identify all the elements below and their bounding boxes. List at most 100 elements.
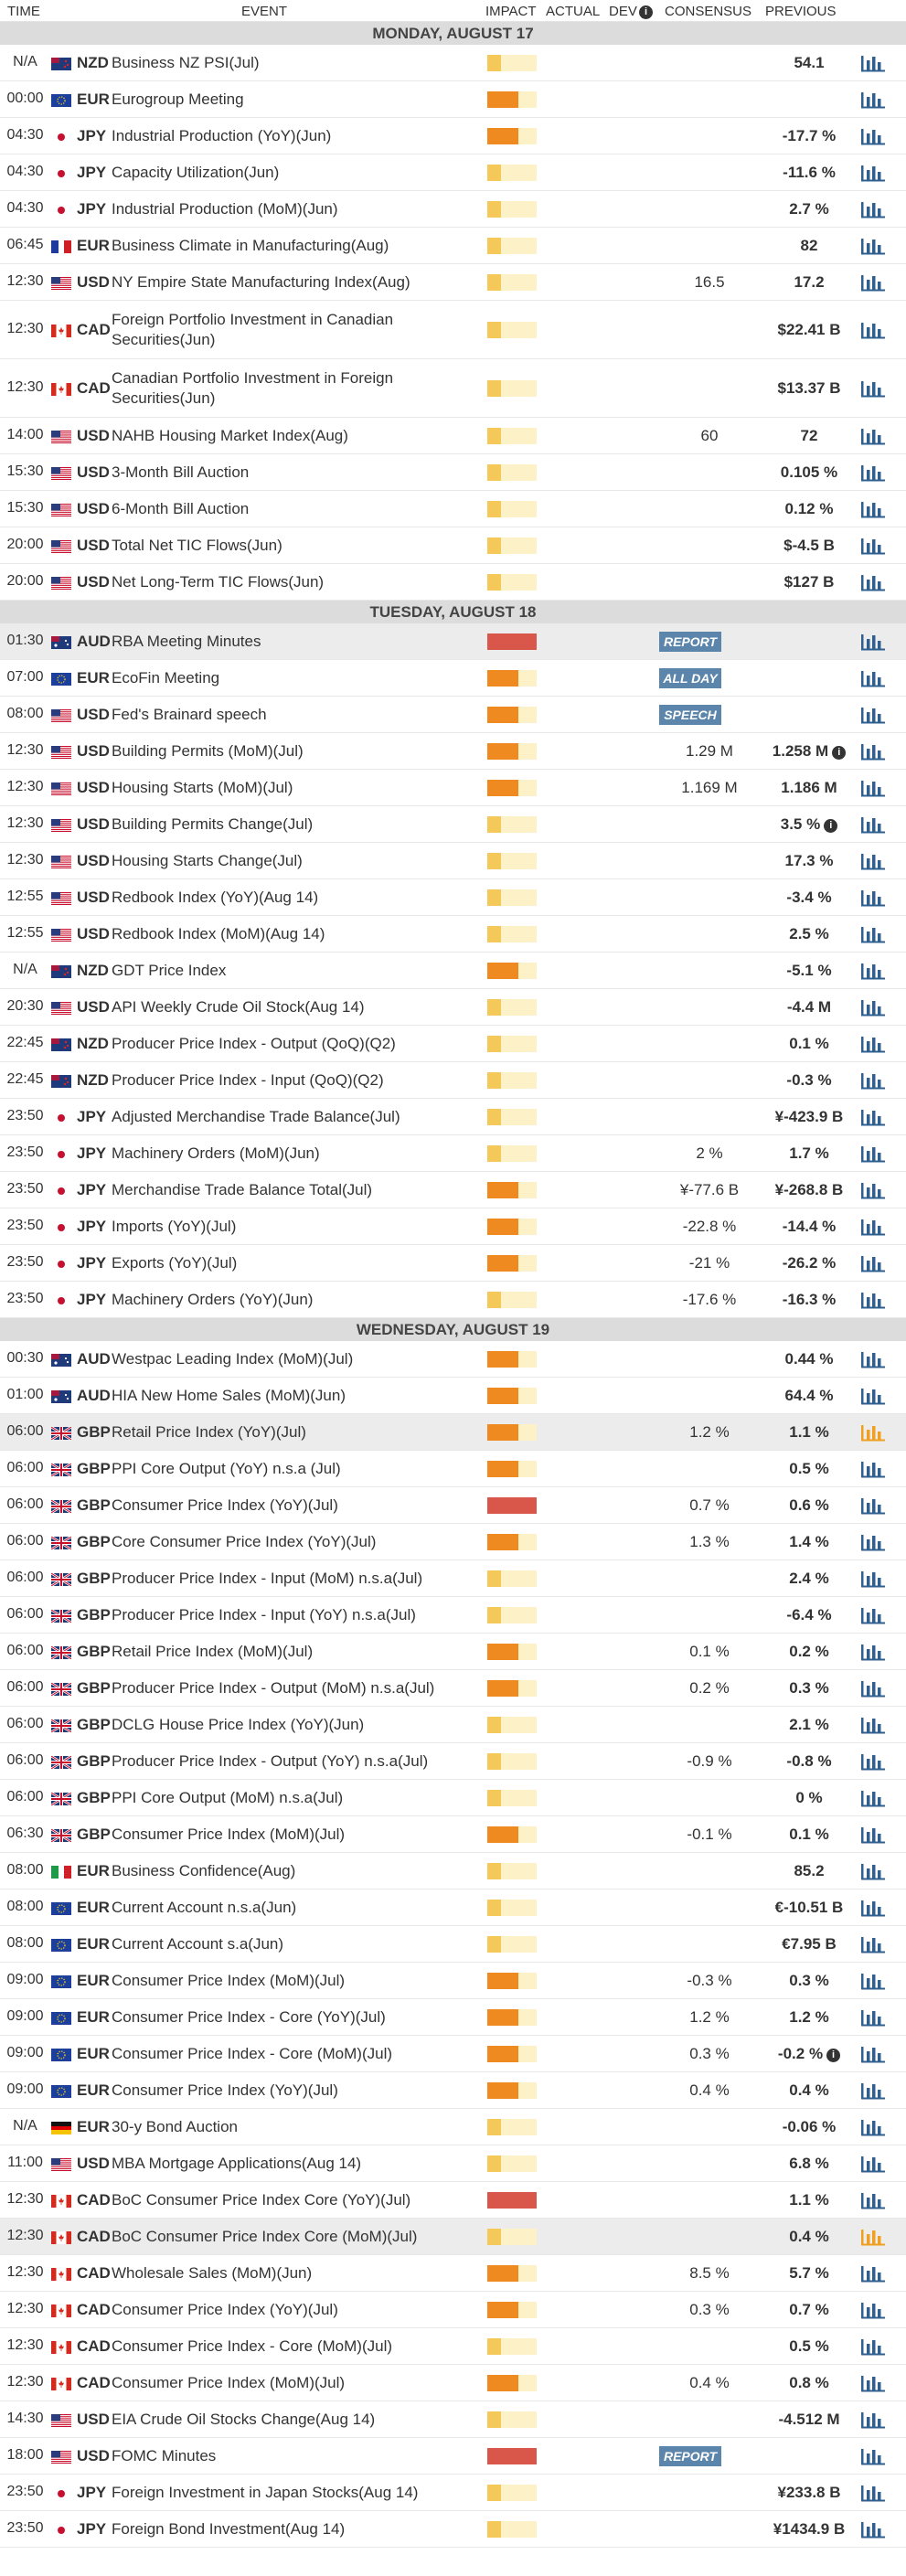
chart-icon[interactable] xyxy=(859,1180,887,1200)
chart-icon[interactable] xyxy=(859,1642,887,1662)
event-row[interactable]: 12:30 CAD BoC Consumer Price Index Core (M… xyxy=(0,2219,906,2255)
event-name[interactable]: Building Permits Change(Jul) xyxy=(112,814,477,835)
chart-icon[interactable] xyxy=(859,2227,887,2247)
event-row[interactable]: 09:00 EUR Consumer Price Index (MoM)(Jul) -… xyxy=(0,1963,906,1999)
event-name[interactable]: NY Empire State Manufacturing Index(Aug) xyxy=(112,272,477,293)
event-name[interactable]: Consumer Price Index (YoY)(Jul) xyxy=(112,1496,477,1516)
event-name[interactable]: Consumer Price Index - Core (MoM)(Jul) xyxy=(112,2044,477,2064)
chart-icon[interactable] xyxy=(859,53,887,73)
event-name[interactable]: NAHB Housing Market Index(Aug) xyxy=(112,426,477,446)
chart-icon[interactable] xyxy=(859,2081,887,2101)
chart-icon[interactable] xyxy=(859,378,887,399)
event-name[interactable]: Housing Starts (MoM)(Jul) xyxy=(112,778,477,798)
chart-icon[interactable] xyxy=(859,1253,887,1273)
event-row[interactable]: 06:00 GBP Retail Price Index (MoM)(Jul) 0.1… xyxy=(0,1634,906,1670)
event-name[interactable]: Exports (YoY)(Jul) xyxy=(112,1253,477,1273)
event-row[interactable]: 06:00 GBP PPI Core Output (YoY) n.s.a (Jul… xyxy=(0,1451,906,1487)
event-row[interactable]: 08:00 EUR Current Account s.a(Jun) €7.95 B xyxy=(0,1926,906,1963)
chart-icon[interactable] xyxy=(859,2373,887,2393)
event-row[interactable]: 12:30 USD Building Permits (MoM)(Jul) 1.29 … xyxy=(0,733,906,770)
chart-icon[interactable] xyxy=(859,888,887,908)
event-name[interactable]: Industrial Production (YoY)(Jun) xyxy=(112,126,477,146)
event-name[interactable]: PPI Core Output (YoY) n.s.a (Jul) xyxy=(112,1459,477,1479)
event-row[interactable]: 06:00 GBP Producer Price Index - Input (Mo… xyxy=(0,1560,906,1597)
event-name[interactable]: Producer Price Index - Output (QoQ)(Q2) xyxy=(112,1034,477,1054)
event-name[interactable]: Total Net TIC Flows(Jun) xyxy=(112,536,477,556)
info-icon[interactable]: i xyxy=(826,2049,841,2062)
chart-icon[interactable] xyxy=(859,2410,887,2430)
chart-icon[interactable] xyxy=(859,536,887,556)
event-name[interactable]: API Weekly Crude Oil Stock(Aug 14) xyxy=(112,997,477,1017)
chart-icon[interactable] xyxy=(859,463,887,483)
chart-icon[interactable] xyxy=(859,1349,887,1369)
event-row[interactable]: 14:30 USD EIA Crude Oil Stocks Change(Aug … xyxy=(0,2401,906,2438)
event-row[interactable]: 06:00 GBP Producer Price Index - Output (M… xyxy=(0,1670,906,1707)
chart-icon[interactable] xyxy=(859,1825,887,1845)
event-row[interactable]: 12:30 CAD Consumer Price Index (YoY)(Jul) 0… xyxy=(0,2292,906,2328)
event-name[interactable]: Producer Price Index - Output (MoM) n.s.… xyxy=(112,1678,477,1698)
event-name[interactable]: Adjusted Merchandise Trade Balance(Jul) xyxy=(112,1107,477,1127)
event-name[interactable]: Wholesale Sales (MoM)(Jun) xyxy=(112,2263,477,2283)
event-row[interactable]: 08:00 EUR Current Account n.s.a(Jun) €-10.5… xyxy=(0,1889,906,1926)
chart-icon[interactable] xyxy=(859,2336,887,2357)
event-row[interactable]: 15:30 USD 3-Month Bill Auction 0.105 % xyxy=(0,454,906,491)
event-name[interactable]: Redbook Index (MoM)(Aug 14) xyxy=(112,924,477,944)
event-name[interactable]: Business Confidence(Aug) xyxy=(112,1861,477,1881)
event-row[interactable]: 09:00 EUR Consumer Price Index - Core (YoY… xyxy=(0,1999,906,2036)
event-name[interactable]: Westpac Leading Index (MoM)(Jul) xyxy=(112,1349,477,1369)
chart-icon[interactable] xyxy=(859,90,887,110)
chart-icon[interactable] xyxy=(859,705,887,725)
event-row[interactable]: 09:00 EUR Consumer Price Index - Core (MoM… xyxy=(0,2036,906,2072)
event-row[interactable]: 11:00 USD MBA Mortgage Applications(Aug 14… xyxy=(0,2145,906,2182)
event-name[interactable]: Consumer Price Index (YoY)(Jul) xyxy=(112,2081,477,2101)
event-row[interactable]: 12:55 USD Redbook Index (MoM)(Aug 14) 2.5 % xyxy=(0,916,906,953)
event-name[interactable]: Business NZ PSI(Jul) xyxy=(112,53,477,73)
chart-icon[interactable] xyxy=(859,1107,887,1127)
event-row[interactable]: 23:50 JPY Exports (YoY)(Jul) -21 % -26.2 % xyxy=(0,1245,906,1282)
event-name[interactable]: Machinery Orders (YoY)(Jun) xyxy=(112,1290,477,1310)
event-name[interactable]: Redbook Index (YoY)(Aug 14) xyxy=(112,888,477,908)
event-name[interactable]: Housing Starts Change(Jul) xyxy=(112,851,477,871)
event-row[interactable]: 06:45 EUR Business Climate in Manufacturin… xyxy=(0,228,906,264)
chart-icon[interactable] xyxy=(859,2446,887,2466)
event-row[interactable]: 23:50 JPY Foreign Bond Investment(Aug 14) ¥… xyxy=(0,2511,906,2548)
event-name[interactable]: GDT Price Index xyxy=(112,961,477,981)
chart-icon[interactable] xyxy=(859,499,887,519)
event-row[interactable]: 12:30 USD Housing Starts Change(Jul) 17.3 % xyxy=(0,843,906,879)
chart-icon[interactable] xyxy=(859,2117,887,2137)
chart-icon[interactable] xyxy=(859,2190,887,2210)
event-row[interactable]: 00:30 AUD Westpac Leading Index (MoM)(Jul)… xyxy=(0,1341,906,1378)
chart-icon[interactable] xyxy=(859,778,887,798)
event-name[interactable]: HIA New Home Sales (MoM)(Jun) xyxy=(112,1386,477,1406)
event-name[interactable]: MBA Mortgage Applications(Aug 14) xyxy=(112,2154,477,2174)
event-name[interactable]: Canadian Portfolio Investment in Foreign… xyxy=(112,368,477,409)
event-row[interactable]: 12:30 USD NY Empire State Manufacturing In… xyxy=(0,264,906,301)
event-row[interactable]: 04:30 JPY Industrial Production (MoM)(Jun)… xyxy=(0,191,906,228)
event-row[interactable]: 06:30 GBP Consumer Price Index (MoM)(Jul) -… xyxy=(0,1816,906,1853)
event-row[interactable]: 12:30 CAD Foreign Portfolio Investment in … xyxy=(0,301,906,359)
event-row[interactable]: 00:00 EUR Eurogroup Meeting xyxy=(0,81,906,118)
chart-icon[interactable] xyxy=(859,1532,887,1552)
event-row[interactable]: 06:00 GBP Producer Price Index - Output (Y… xyxy=(0,1743,906,1780)
chart-icon[interactable] xyxy=(859,2154,887,2174)
event-name[interactable]: Consumer Price Index (MoM)(Jul) xyxy=(112,2373,477,2393)
event-name[interactable]: Consumer Price Index (MoM)(Jul) xyxy=(112,1971,477,1991)
event-name[interactable]: Industrial Production (MoM)(Jun) xyxy=(112,199,477,219)
event-name[interactable]: Consumer Price Index - Core (YoY)(Jul) xyxy=(112,2007,477,2028)
chart-icon[interactable] xyxy=(859,741,887,761)
event-name[interactable]: Fed's Brainard speech xyxy=(112,705,477,725)
event-row[interactable]: N/A NZD GDT Price Index -5.1 % xyxy=(0,953,906,989)
event-row[interactable]: 06:00 GBP PPI Core Output (MoM) n.s.a(Jul)… xyxy=(0,1780,906,1816)
event-row[interactable]: 15:30 USD 6-Month Bill Auction 0.12 % xyxy=(0,491,906,527)
chart-icon[interactable] xyxy=(859,1715,887,1735)
event-row[interactable]: 07:00 EUR EcoFin Meeting ALL DAY xyxy=(0,660,906,697)
event-name[interactable]: Merchandise Trade Balance Total(Jul) xyxy=(112,1180,477,1200)
chart-icon[interactable] xyxy=(859,814,887,835)
event-name[interactable]: Business Climate in Manufacturing(Aug) xyxy=(112,236,477,256)
event-row[interactable]: 23:50 JPY Foreign Investment in Japan Stoc… xyxy=(0,2475,906,2511)
event-name[interactable]: 6-Month Bill Auction xyxy=(112,499,477,519)
event-row[interactable]: 14:00 USD NAHB Housing Market Index(Aug) 60… xyxy=(0,418,906,454)
chart-icon[interactable] xyxy=(859,163,887,183)
event-name[interactable]: Core Consumer Price Index (YoY)(Jul) xyxy=(112,1532,477,1552)
event-name[interactable]: Foreign Investment in Japan Stocks(Aug 1… xyxy=(112,2483,477,2503)
